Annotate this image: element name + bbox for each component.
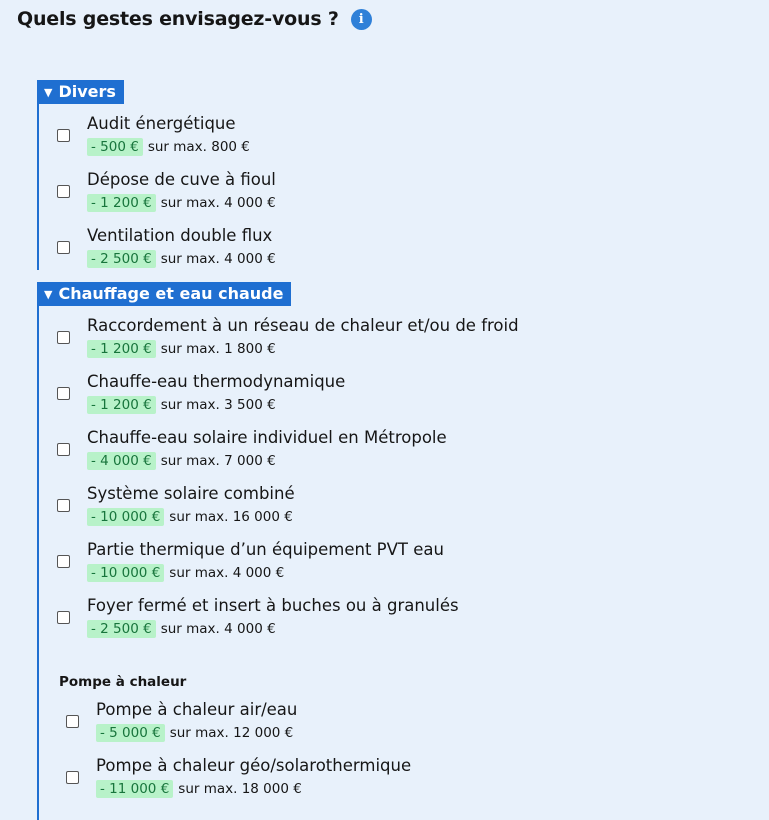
section-label: Chauffage et eau chaude [58,284,284,303]
item-label: Pompe à chaleur air/eau [96,700,298,719]
discount-badge: - 1 200 € [87,194,156,212]
max-amount: sur max. 4 000 € [169,565,285,581]
max-amount: sur max. 1 800 € [160,341,276,357]
item-label: Raccordement à un réseau de chaleur et/o… [87,316,519,335]
checkbox-chauffe-eau-solaire[interactable] [57,443,70,456]
item-label: Dépose de cuve à fioul [87,170,276,189]
price-line: - 2 500 € sur max. 4 000 € [87,250,276,268]
item-label: Foyer fermé et insert à buches ou à gran… [87,596,459,615]
max-amount: sur max. 12 000 € [169,725,294,741]
discount-badge: - 11 000 € [96,780,174,798]
item-label: Partie thermique d’un équipement PVT eau [87,540,444,559]
item-label: Système solaire combiné [87,484,295,503]
item-label: Chauffe-eau thermodynamique [87,372,346,391]
discount-badge: - 2 500 € [87,250,156,268]
max-amount: sur max. 7 000 € [160,453,276,469]
checkbox-pvt-eau[interactable] [57,555,70,568]
discount-badge: - 10 000 € [87,508,165,526]
price-line: - 10 000 € sur max. 4 000 € [87,564,284,582]
title-row: Quels gestes envisagez-vous ? i [17,8,372,30]
section-header-chauffage[interactable]: ▼ Chauffage et eau chaude [37,282,292,306]
section-label: Divers [58,82,116,101]
max-amount: sur max. 16 000 € [169,509,293,525]
price-line: - 2 500 € sur max. 4 000 € [87,620,276,638]
max-amount: sur max. 4 000 € [160,621,276,637]
discount-badge: - 500 € [87,138,143,156]
price-line: - 1 200 € sur max. 3 500 € [87,396,276,414]
item-label: Audit énergétique [87,114,236,133]
checkbox-pac-geo-solaro[interactable] [66,771,79,784]
max-amount: sur max. 4 000 € [160,251,276,267]
checkbox-pac-air-eau[interactable] [66,715,79,728]
discount-badge: - 4 000 € [87,452,156,470]
price-line: - 11 000 € sur max. 18 000 € [96,780,302,798]
section-divers: ▼ Divers Audit énergétique - 500 € sur ma… [37,80,739,270]
checkbox-raccordement-reseau[interactable] [57,331,70,344]
checkbox-chauffe-eau-thermo[interactable] [57,387,70,400]
max-amount: sur max. 3 500 € [160,397,276,413]
subgroup-title: Pompe à chaleur [59,674,187,690]
checkbox-audit-energetique[interactable] [57,129,70,142]
max-amount: sur max. 18 000 € [178,781,302,797]
discount-badge: - 1 200 € [87,340,156,358]
price-line: - 1 200 € sur max. 1 800 € [87,340,276,358]
checkbox-foyer-ferme[interactable] [57,611,70,624]
checkbox-ventilation-double-flux[interactable] [57,241,70,254]
section-chauffage: ▼ Chauffage et eau chaude Raccordement à … [37,282,739,820]
page-title: Quels gestes envisagez-vous ? [17,8,339,30]
discount-badge: - 10 000 € [87,564,165,582]
item-label: Chauffe-eau solaire individuel en Métrop… [87,428,447,447]
price-line: - 10 000 € sur max. 16 000 € [87,508,293,526]
checkbox-depose-cuve-fioul[interactable] [57,185,70,198]
discount-badge: - 1 200 € [87,396,156,414]
item-label: Pompe à chaleur géo/solarothermique [96,756,412,775]
price-line: - 4 000 € sur max. 7 000 € [87,452,276,470]
price-line: - 1 200 € sur max. 4 000 € [87,194,276,212]
discount-badge: - 5 000 € [96,724,165,742]
price-line: - 500 € sur max. 800 € [87,138,250,156]
discount-badge: - 2 500 € [87,620,156,638]
triangle-down-icon: ▼ [44,288,53,301]
info-icon[interactable]: i [350,8,372,30]
section-header-divers[interactable]: ▼ Divers [37,80,124,104]
item-label: Ventilation double flux [87,226,273,245]
triangle-down-icon: ▼ [44,86,53,99]
max-amount: sur max. 4 000 € [160,195,276,211]
price-line: - 5 000 € sur max. 12 000 € [96,724,293,742]
max-amount: sur max. 800 € [147,139,250,155]
checkbox-systeme-solaire-combine[interactable] [57,499,70,512]
